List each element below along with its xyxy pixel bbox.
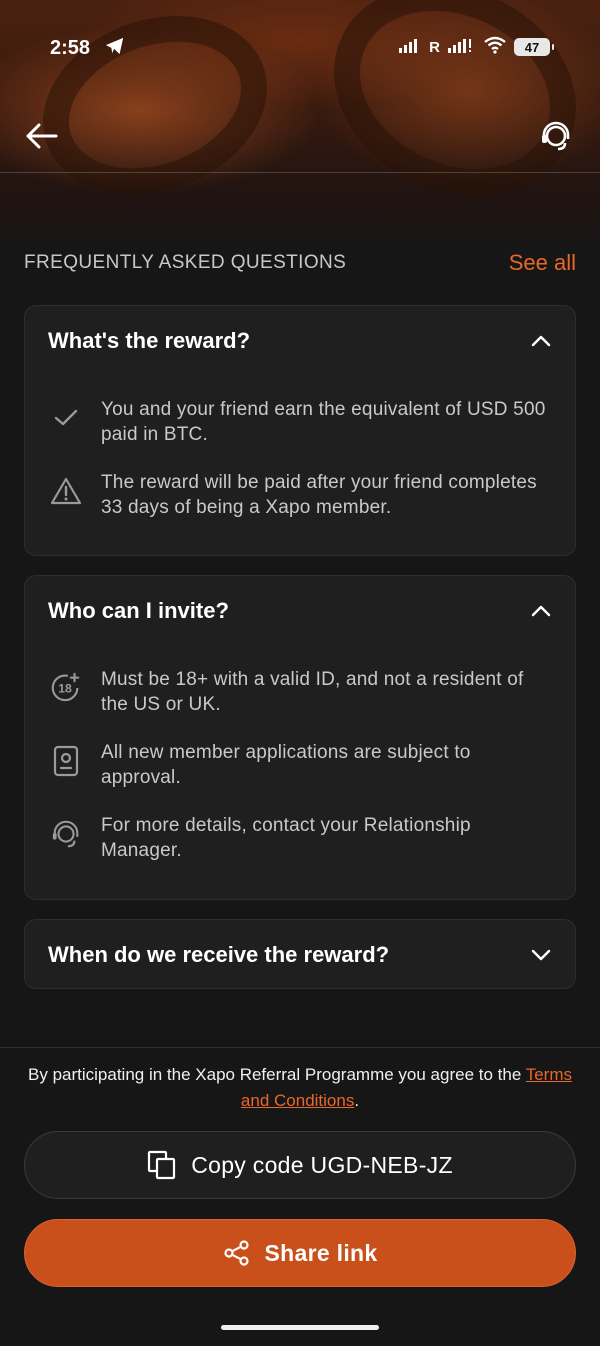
wifi-icon [484, 36, 506, 58]
copy-icon [148, 1150, 176, 1180]
faq-answer-item: All new member applications are subject … [49, 740, 549, 790]
signal-icon-2 [448, 37, 476, 57]
faq-answer-item: The reward will be paid after your frien… [49, 470, 549, 520]
share-link-button[interactable]: Share link [24, 1219, 576, 1287]
chevron-up-icon[interactable] [529, 329, 553, 353]
faq-question-header[interactable]: Who can I invite? [25, 576, 575, 646]
support-agent-icon [49, 817, 83, 851]
faq-answer-text: All new member applications are subject … [101, 742, 471, 788]
warning-icon [49, 474, 83, 508]
telegram-icon [104, 36, 126, 61]
chevron-down-icon[interactable] [529, 943, 553, 967]
faq-section-title: FREQUENTLY ASKED QUESTIONS [24, 252, 347, 273]
copy-code-label: Copy code UGD-NEB-JZ [191, 1151, 453, 1178]
terms-suffix: . [354, 1091, 360, 1110]
faq-answer-text: The reward will be paid after your frien… [101, 472, 537, 518]
faq-question: Who can I invite? [48, 598, 229, 623]
faq-answer-item: You and your friend earn the equivalent … [49, 397, 549, 447]
age-18-plus-icon: 18 [49, 671, 83, 705]
faq-question-header[interactable]: When do we receive the reward? [25, 920, 575, 990]
status-time: 2:58 [50, 36, 91, 59]
terms-notice: By participating in the Xapo Referral Pr… [24, 1062, 576, 1114]
faq-card-receive: When do we receive the reward? [24, 919, 576, 989]
support-button[interactable] [536, 116, 576, 156]
see-all-link[interactable]: See all [509, 250, 576, 276]
faq-answer-item: 18 Must be 18+ with a valid ID, and not … [49, 667, 549, 717]
header-divider [0, 172, 600, 173]
back-button[interactable] [24, 118, 60, 154]
faq-answer-item: For more details, contact your Relations… [49, 813, 549, 863]
check-icon [49, 401, 83, 435]
carrier-label: R [429, 38, 440, 56]
faq-answer-text: You and your friend earn the equivalent … [101, 399, 546, 445]
status-bar: 2:58 R 47 [0, 30, 600, 66]
top-nav [0, 112, 600, 160]
signal-icon [399, 37, 421, 57]
faq-card-invite: Who can I invite? 18 Must be 18+ with a … [24, 575, 576, 900]
faq-card-reward: What's the reward? You and your friend e… [24, 305, 576, 556]
battery-indicator: 47 [514, 38, 554, 56]
footer-panel: By participating in the Xapo Referral Pr… [0, 1047, 600, 1346]
faq-question: When do we receive the reward? [48, 942, 390, 967]
share-icon [223, 1240, 249, 1266]
id-card-icon [49, 744, 83, 778]
chevron-up-icon[interactable] [529, 599, 553, 623]
headset-icon [542, 121, 570, 151]
share-link-label: Share link [264, 1239, 378, 1266]
faq-question-header[interactable]: What's the reward? [25, 306, 575, 376]
terms-prefix: By participating in the Xapo Referral Pr… [28, 1065, 526, 1084]
faq-question: What's the reward? [48, 328, 251, 353]
status-indicators: R 47 [399, 36, 554, 58]
age-icon-text: 18 [58, 682, 72, 696]
home-indicator[interactable] [221, 1325, 379, 1330]
faq-answer-text: For more details, contact your Relations… [101, 815, 471, 861]
arrow-left-icon [26, 123, 58, 149]
faq-answer-text: Must be 18+ with a valid ID, and not a r… [101, 669, 524, 715]
copy-code-button[interactable]: Copy code UGD-NEB-JZ [24, 1131, 576, 1199]
faq-header: FREQUENTLY ASKED QUESTIONS See all [24, 250, 576, 276]
